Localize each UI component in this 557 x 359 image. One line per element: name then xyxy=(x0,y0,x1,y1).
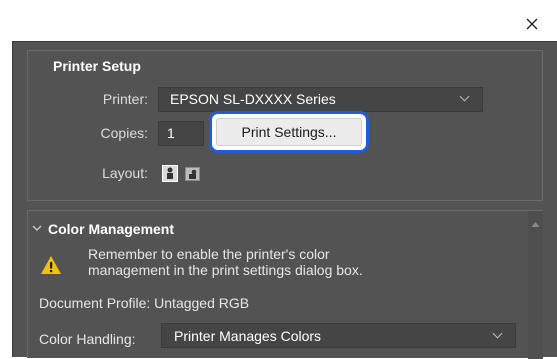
scrollbar[interactable] xyxy=(528,211,543,359)
chevron-down-icon xyxy=(459,91,470,102)
warning-message: Remember to enable the printer's color m… xyxy=(88,246,448,278)
document-profile: Document Profile: Untagged RGB xyxy=(39,295,250,311)
printer-setup-title: Printer Setup xyxy=(53,58,141,74)
landscape-layout-icon[interactable] xyxy=(185,166,201,183)
printer-label: Printer: xyxy=(102,91,148,107)
color-handling-label: Color Handling: xyxy=(39,331,136,347)
close-icon xyxy=(526,18,538,30)
portrait-layout-icon[interactable] xyxy=(162,165,178,182)
copies-input[interactable]: 1 xyxy=(158,121,204,146)
scroll-up-icon[interactable] xyxy=(528,217,543,232)
layout-label: Layout: xyxy=(102,165,148,181)
print-dialog: Printer Setup Printer: EPSON SL-DXXXX Se… xyxy=(12,41,557,359)
close-button[interactable] xyxy=(522,14,542,34)
color-handling-select[interactable]: Printer Manages Colors xyxy=(161,323,516,348)
warning-line-1: Remember to enable the printer's color xyxy=(88,246,330,262)
color-management-panel: Color Management Remember to enable the … xyxy=(27,210,543,359)
print-settings-button[interactable]: Print Settings... xyxy=(216,118,362,146)
collapse-chevron-icon[interactable] xyxy=(31,222,43,234)
color-management-title: Color Management xyxy=(48,221,175,237)
warning-icon xyxy=(41,256,61,274)
color-handling-value: Printer Manages Colors xyxy=(174,328,322,344)
title-bar xyxy=(0,0,557,41)
printer-select[interactable]: EPSON SL-DXXXX Series xyxy=(158,87,483,112)
printer-value: EPSON SL-DXXXX Series xyxy=(170,91,336,107)
copies-label: Copies: xyxy=(100,125,148,141)
print-settings-highlight[interactable]: Print Settings... xyxy=(209,111,369,153)
warning-line-2: management in the print settings dialog … xyxy=(88,262,363,278)
chevron-down-icon xyxy=(492,328,503,339)
